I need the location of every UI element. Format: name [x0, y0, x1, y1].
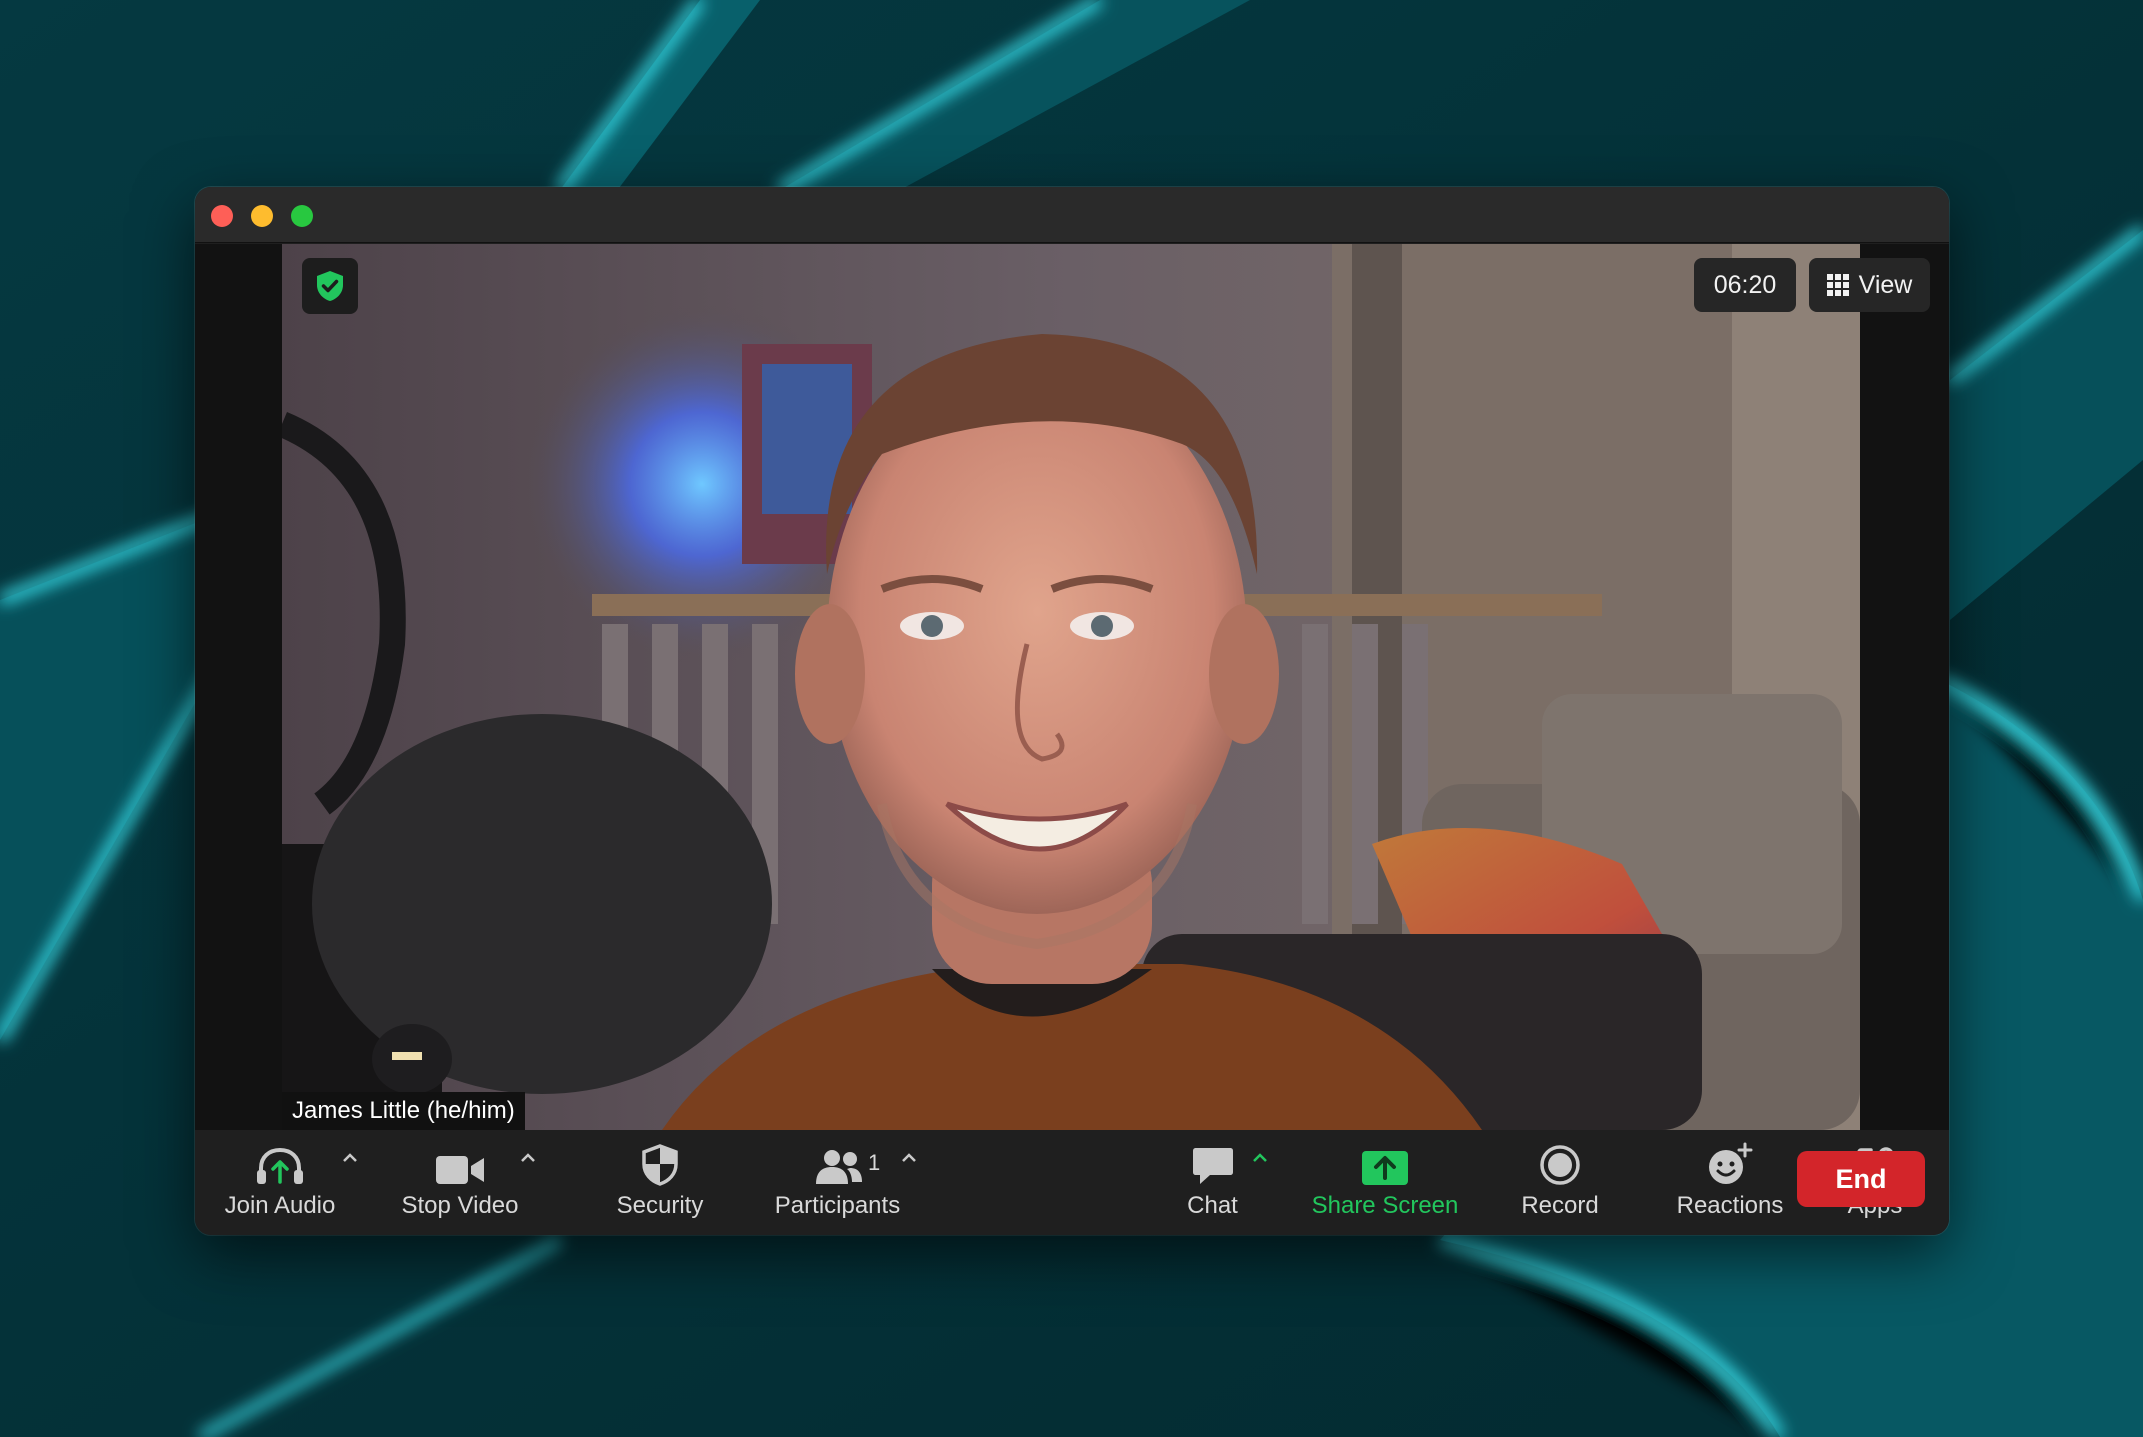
share-screen-icon [1362, 1151, 1408, 1185]
join-audio-label: Join Audio [224, 1192, 336, 1219]
grid-icon [1826, 274, 1849, 296]
join-audio-button[interactable]: Join Audio [215, 1130, 345, 1235]
participants-count: 1 [868, 1150, 881, 1175]
video-stage: 06:20 View James Little (he/him) [195, 244, 1949, 1130]
record-icon [1540, 1145, 1580, 1185]
participant-video [282, 244, 1860, 1130]
minimize-window-button[interactable] [251, 205, 273, 227]
encryption-shield-badge[interactable] [302, 258, 358, 314]
security-label: Security [616, 1192, 704, 1219]
participants-options-caret[interactable] [895, 1144, 923, 1172]
headphones-icon [257, 1147, 303, 1184]
view-label: View [1858, 270, 1913, 299]
end-meeting-button[interactable]: End [1797, 1151, 1925, 1207]
chat-bubble-icon [1192, 1148, 1233, 1184]
chevron-up-icon [521, 1153, 535, 1162]
stop-video-button[interactable]: Stop Video [395, 1130, 525, 1235]
view-button[interactable]: View [1809, 258, 1930, 312]
chat-label: Chat [1187, 1192, 1238, 1219]
zoom-meeting-window: 06:20 View James Little (he/him) Join Au… [195, 187, 1949, 1235]
share-screen-button[interactable]: Share Screen [1300, 1130, 1470, 1235]
participant-name-tag: James Little (he/him) [282, 1092, 525, 1130]
security-button[interactable]: Security [595, 1130, 725, 1235]
record-button[interactable]: Record [1500, 1130, 1620, 1235]
video-camera-icon [436, 1156, 484, 1184]
chevron-up-icon [343, 1153, 357, 1162]
reactions-button[interactable]: Reactions [1655, 1130, 1805, 1235]
participants-label: Participants [774, 1192, 901, 1219]
chevron-up-icon [1253, 1153, 1267, 1162]
reactions-smiley-icon [1709, 1142, 1753, 1184]
meeting-timer: 06:20 [1694, 258, 1796, 312]
video-frame-illustration [282, 244, 1860, 1130]
share-screen-label: Share Screen [1311, 1192, 1459, 1219]
stop-video-label: Stop Video [401, 1192, 519, 1219]
participants-icon [815, 1150, 862, 1184]
record-label: Record [1521, 1192, 1599, 1219]
share-options-caret[interactable] [1246, 1144, 1274, 1172]
reactions-label: Reactions [1676, 1192, 1784, 1219]
security-shield-icon [642, 1144, 678, 1186]
maximize-window-button[interactable] [291, 205, 313, 227]
audio-options-caret[interactable] [336, 1144, 364, 1172]
shield-check-icon [317, 271, 343, 301]
video-options-caret[interactable] [514, 1144, 542, 1172]
meeting-toolbar: Join Audio Stop Video Security Participa… [195, 1130, 1949, 1235]
title-bar [195, 187, 1949, 243]
close-window-button[interactable] [211, 205, 233, 227]
chevron-up-icon [902, 1153, 916, 1162]
